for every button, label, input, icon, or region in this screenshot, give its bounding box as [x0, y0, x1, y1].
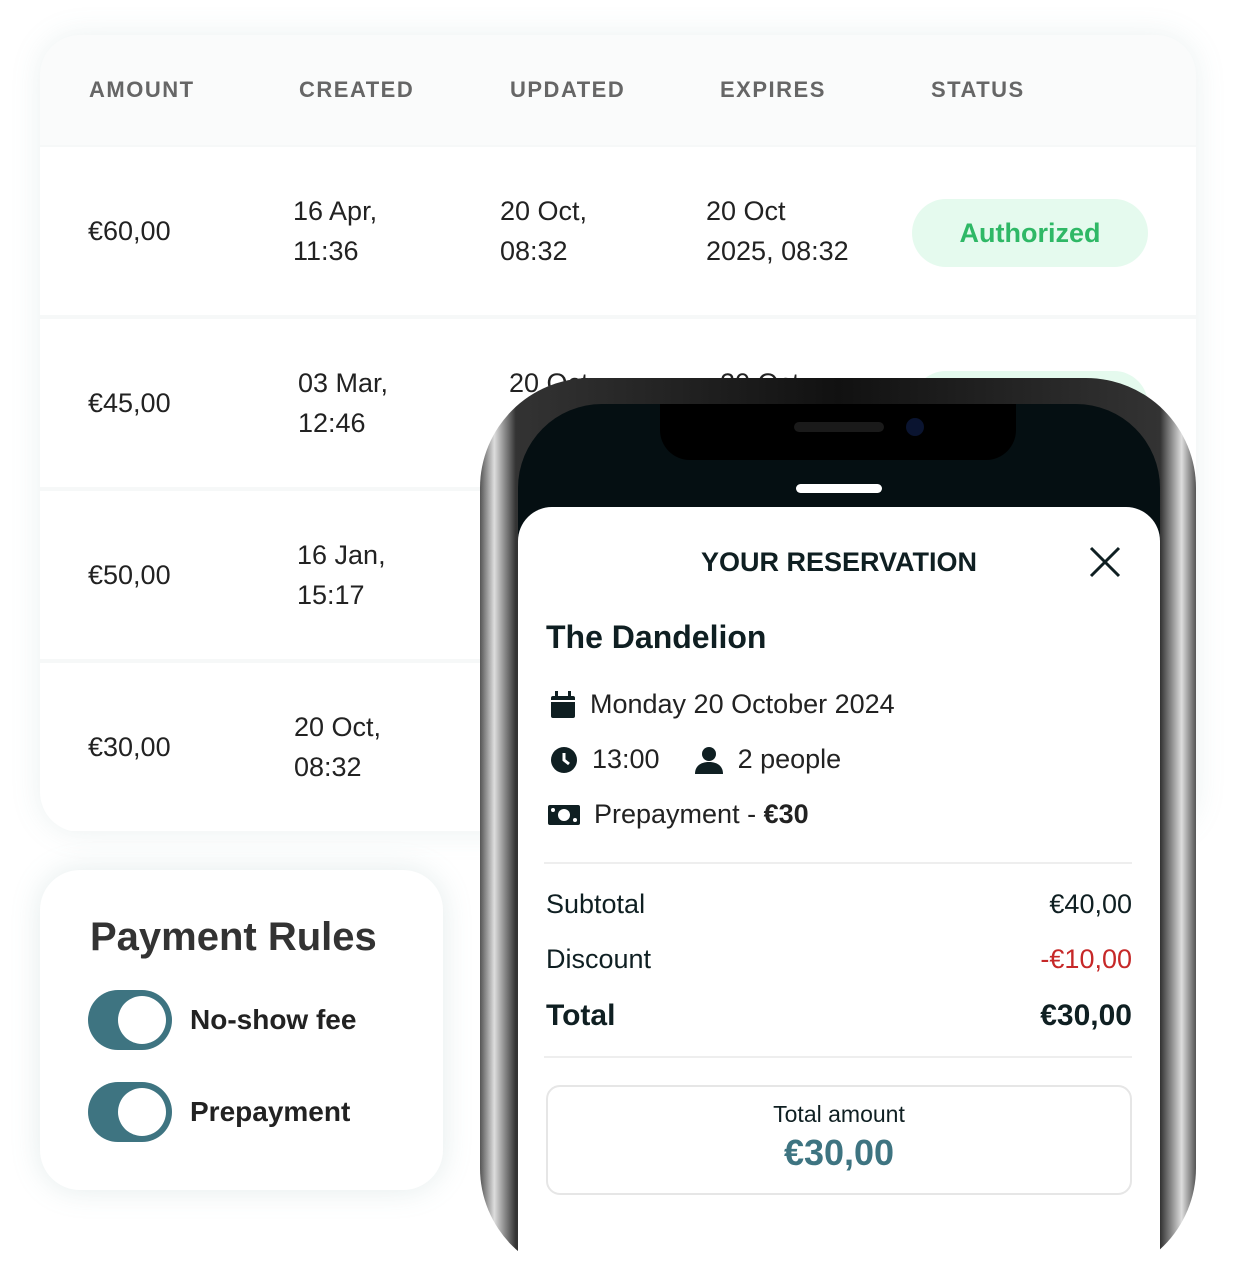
amount: €45,00	[88, 388, 171, 418]
amount: €60,00	[88, 216, 171, 246]
discount-row: Discount -€10,00	[546, 944, 1132, 975]
payment-rules-title: Payment Rules	[90, 915, 377, 959]
total-amount-label: Total amount	[773, 1101, 905, 1127]
calendar-icon	[551, 690, 575, 718]
money-icon	[548, 804, 580, 825]
time-people-info: 13:00 2 people	[550, 744, 841, 775]
reservation-sheet: YOUR RESERVATION The Dandelion Monday 20…	[518, 507, 1160, 1278]
payment-rules-card: Payment Rules No-show fee Prepayment	[40, 870, 443, 1190]
status-badge: Authorized	[912, 199, 1148, 267]
prepayment-amount: €30	[763, 799, 809, 829]
prepayment-info: Prepayment - €30	[548, 799, 809, 830]
table-header: AMOUNT CREATED UPDATED EXPIRES STATUS	[40, 35, 1196, 145]
header-expires: EXPIRES	[720, 77, 826, 102]
header-created: CREATED	[299, 77, 415, 102]
toggle-label: No-show fee	[190, 1004, 357, 1035]
total-label: Total	[546, 999, 616, 1032]
subtotal-row: Subtotal €40,00	[546, 889, 1132, 920]
total-value: €30,00	[1040, 999, 1132, 1032]
discount-label: Discount	[546, 944, 652, 974]
created: 20 Oct, 08:32	[294, 712, 382, 782]
header-updated: UPDATED	[510, 77, 626, 102]
amount: €50,00	[88, 560, 171, 590]
date-info: Monday 20 October 2024	[550, 689, 895, 720]
discount-value: -€10,00	[1040, 944, 1132, 974]
subtotal-value: €40,00	[1049, 889, 1132, 919]
header-amount: AMOUNT	[89, 77, 195, 102]
table-row[interactable]: €60,00 16 Apr, 11:36 20 Oct, 08:32 20 Oc…	[40, 147, 1196, 315]
created: 03 Mar, 12:46	[298, 368, 389, 438]
total-row: Total €30,00	[546, 999, 1132, 1033]
toggle-label: Prepayment	[190, 1096, 351, 1127]
updated: 20 Oct, 08:32	[500, 196, 588, 266]
created: 16 Jan, 15:17	[297, 540, 386, 610]
close-icon[interactable]	[1088, 545, 1122, 579]
total-amount-value: €30,00	[783, 1132, 895, 1173]
person-icon	[694, 746, 723, 774]
prepayment-label: Prepayment -	[594, 799, 764, 829]
camera-icon	[906, 418, 924, 436]
divider	[544, 862, 1132, 864]
reservation-people: 2 people	[737, 744, 842, 774]
divider	[544, 1056, 1132, 1058]
sheet-drag-handle[interactable]	[796, 484, 882, 493]
sheet-title: YOUR RESERVATION	[700, 547, 978, 577]
restaurant-name: The Dandelion	[546, 619, 767, 655]
prepayment-toggle[interactable]	[88, 1082, 172, 1142]
phone-notch	[660, 404, 1016, 460]
phone-mockup: YOUR RESERVATION The Dandelion Monday 20…	[480, 378, 1196, 1278]
subtotal-label: Subtotal	[546, 889, 646, 919]
clock-icon	[551, 746, 577, 773]
header-status: STATUS	[931, 77, 1025, 102]
no-show-fee-toggle[interactable]	[88, 990, 172, 1050]
no-show-fee-toggle-row[interactable]: No-show fee	[88, 990, 356, 1050]
phone-screen: YOUR RESERVATION The Dandelion Monday 20…	[518, 404, 1160, 1278]
reservation-time: 13:00	[592, 744, 660, 774]
reservation-date: Monday 20 October 2024	[590, 689, 895, 719]
created: 16 Apr, 11:36	[293, 196, 378, 266]
expires: 20 Oct 2025, 08:32	[706, 196, 849, 266]
prepayment-toggle-row[interactable]: Prepayment	[88, 1082, 350, 1142]
total-amount-box: Total amount €30,00	[546, 1085, 1132, 1195]
amount: €30,00	[88, 732, 171, 762]
